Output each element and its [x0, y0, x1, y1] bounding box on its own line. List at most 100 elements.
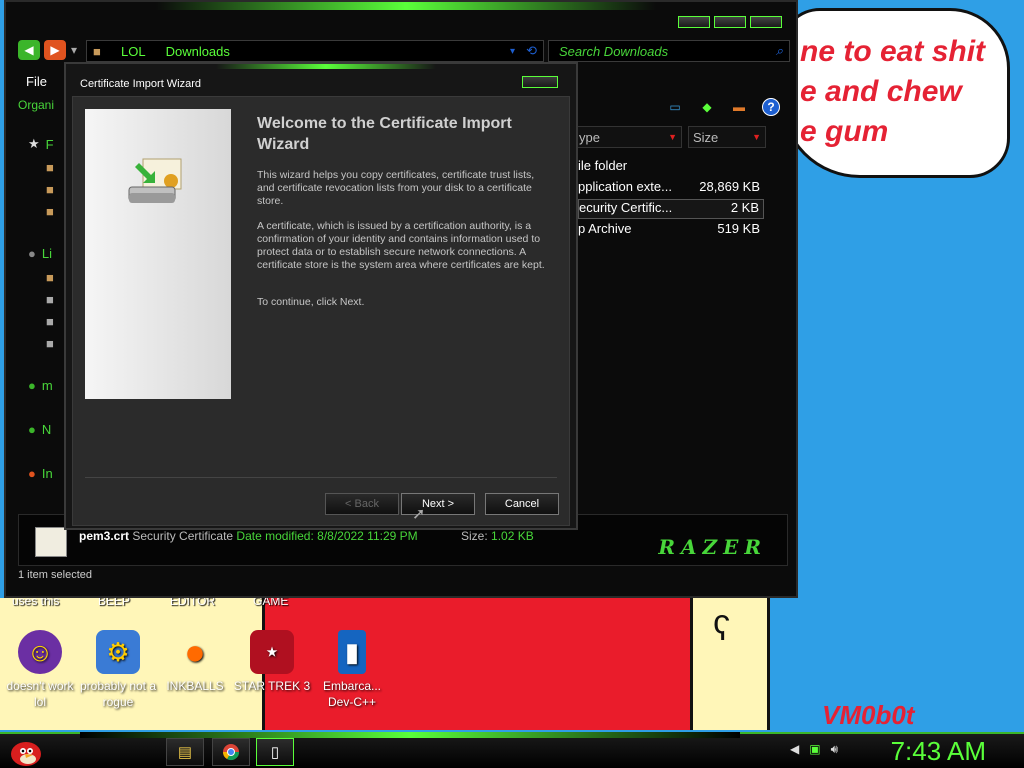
wizard-paragraph: A certificate, which is issued by a cert…: [257, 220, 545, 271]
desktop-icon-label: doesn't work lol: [6, 679, 74, 709]
taskbar-clock[interactable]: 7:43 AM: [891, 736, 986, 767]
nav-favorite-item[interactable]: ■: [46, 204, 54, 219]
search-placeholder: Search Downloads: [559, 43, 669, 59]
preview-pane-icon[interactable]: ◆: [698, 98, 716, 116]
column-header-size[interactable]: Size ▼: [688, 126, 766, 148]
breadcrumb-item[interactable]: LOL: [121, 44, 146, 59]
window-controls: [678, 16, 782, 30]
mouse-cursor-icon: ➚: [412, 506, 426, 523]
file-size: 519 KB: [717, 221, 760, 236]
action-center-icon[interactable]: ▣: [809, 742, 820, 757]
taskbar-chrome-button[interactable]: [212, 738, 250, 766]
desktop-icon-gears[interactable]: ⚙ probably not a rogue: [78, 630, 158, 710]
wizard-divider: [85, 477, 557, 478]
desktop-icon-label: STAR TREK 3: [233, 679, 311, 693]
desktop-icon-label: probably not a rogue: [79, 679, 157, 709]
nav-computer[interactable]: ● m: [28, 378, 53, 393]
nav-network[interactable]: ● N: [28, 422, 51, 437]
menu-file[interactable]: File: [26, 74, 47, 89]
downloads-icon: ■: [46, 182, 54, 197]
dev-cpp-icon: ▮: [338, 630, 366, 674]
desktop-icon-label: Embarca... Dev-C++: [322, 679, 382, 709]
sort-arrow-icon[interactable]: ▼: [752, 132, 761, 142]
taskbar-notepad-button[interactable]: ▯: [256, 738, 294, 766]
folder-icon: ▤: [177, 744, 193, 761]
column-header-label: ype: [579, 129, 600, 145]
wallpaper-signature: VM0b0t: [822, 700, 915, 730]
taskbar-explorer-button[interactable]: ▤: [166, 738, 204, 766]
file-type: ile folder: [578, 158, 628, 173]
details-size-value: 1.02 KB: [491, 529, 534, 543]
speech-line: e gum: [800, 115, 889, 148]
computer-icon: ●: [28, 378, 36, 393]
volume-icon[interactable]: 🔊︎: [831, 742, 839, 757]
details-info: pem3.crt Security Certificate Date modif…: [79, 529, 534, 543]
nav-library-item[interactable]: ■: [46, 292, 54, 307]
chrome-icon: [222, 744, 240, 761]
toolbar-icons: ▭ ◆ ▬ ?: [666, 98, 780, 116]
nav-label: Li: [41, 246, 52, 261]
certificate-import-icon: [128, 158, 182, 203]
nav-favorites[interactable]: ★ F: [28, 136, 54, 152]
address-bar[interactable]: ■ LOL Downloads ▾ ⟲: [86, 40, 544, 62]
file-row[interactable]: ile folder: [578, 158, 764, 178]
desktop-icon-star-trek[interactable]: ★ STAR TREK 3: [232, 630, 312, 694]
desktop-icon-yahoo[interactable]: ☺ doesn't work lol: [0, 630, 80, 710]
razer-logo: RAZER: [658, 535, 767, 559]
documents-icon: ■: [46, 270, 54, 285]
nav-libraries[interactable]: ● Li: [28, 246, 52, 261]
details-pane-icon[interactable]: ▬: [730, 98, 748, 116]
nav-library-item[interactable]: ■: [46, 270, 54, 285]
show-hidden-icons[interactable]: ◀: [790, 742, 799, 757]
certificate-thumbnail-icon: [35, 527, 67, 557]
minimize-button[interactable]: [678, 16, 710, 28]
close-button[interactable]: [750, 16, 782, 28]
star-wars-game-icon: ★: [250, 630, 294, 674]
file-size: 2 KB: [730, 200, 759, 215]
nav-label: F: [45, 136, 54, 152]
refresh-icon[interactable]: ⟲: [526, 43, 537, 59]
desktop-icon-devcpp[interactable]: ▮ Embarca... Dev-C++: [312, 630, 392, 710]
sort-arrow-icon[interactable]: ▼: [668, 132, 677, 142]
details-size-label: Size:: [461, 529, 488, 543]
cancel-button[interactable]: Cancel: [485, 493, 559, 515]
speech-line: ne to eat shit: [800, 35, 986, 68]
file-type: ecurity Certific...: [579, 200, 673, 215]
nav-favorite-item[interactable]: ■: [46, 160, 54, 175]
folder-icon: ■: [93, 43, 101, 59]
desktop-icon-inkballs[interactable]: ● INKBALLS: [155, 630, 235, 694]
dialog-close-button[interactable]: [522, 76, 558, 88]
address-row: ◀ ▶ ▾ ■ LOL Downloads ▾ ⟲ Search Downloa…: [18, 40, 790, 62]
search-icon[interactable]: ⌕: [776, 43, 783, 59]
nav-internet[interactable]: ● In: [28, 466, 53, 481]
nav-library-item[interactable]: ■: [46, 314, 54, 329]
file-row[interactable]: pplication exte... 28,869 KB: [578, 179, 764, 199]
nav-library-item[interactable]: ■: [46, 336, 54, 351]
recent-pages-dropdown[interactable]: ▾: [68, 40, 80, 60]
wallpaper-yellow-right: ʕ: [690, 598, 770, 730]
nav-label: m: [41, 378, 53, 393]
wizard-side-banner: [85, 109, 231, 399]
dialog-title: Certificate Import Wizard: [80, 78, 202, 90]
start-button[interactable]: [8, 734, 44, 768]
file-size: 28,869 KB: [699, 179, 760, 194]
yahoo-messenger-icon: ☺: [18, 630, 62, 674]
nav-favorite-item[interactable]: ■: [46, 182, 54, 197]
view-icon[interactable]: ▭: [666, 98, 684, 116]
details-date-value: 8/8/2022 11:29 PM: [317, 529, 418, 543]
back-button[interactable]: ◀: [18, 40, 40, 60]
breadcrumb-item[interactable]: Downloads: [166, 44, 230, 59]
help-icon[interactable]: ?: [762, 98, 780, 116]
file-row-selected[interactable]: ecurity Certific... 2 KB: [578, 199, 764, 219]
address-dropdown-icon[interactable]: ▾: [510, 46, 515, 57]
column-header-label: Size: [693, 129, 719, 145]
back-button[interactable]: < Back: [325, 493, 399, 515]
maximize-button[interactable]: [714, 16, 746, 28]
nav-label: N: [41, 422, 52, 437]
search-input[interactable]: Search Downloads ⌕: [548, 40, 790, 62]
folder-icon: ■: [46, 160, 54, 175]
wallpaper-squiggle: ʕ: [713, 610, 730, 648]
column-header-type[interactable]: ype ▼: [574, 126, 682, 148]
file-row[interactable]: p Archive 519 KB: [578, 221, 764, 241]
forward-button[interactable]: ▶: [44, 40, 66, 60]
